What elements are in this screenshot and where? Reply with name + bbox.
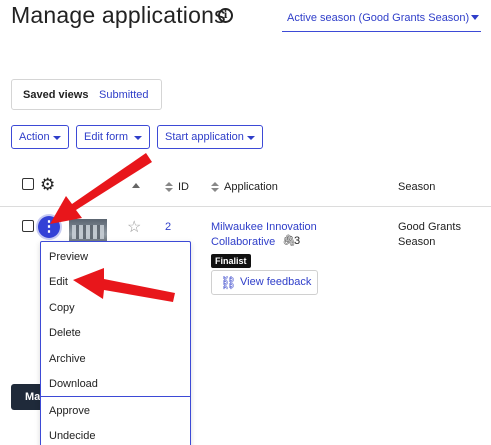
attachment-count: 3 bbox=[294, 235, 301, 247]
sort-icon[interactable] bbox=[165, 182, 173, 194]
menu-item-preview[interactable]: Preview bbox=[49, 251, 88, 263]
status-badge: Finalist bbox=[211, 254, 251, 268]
gear-icon[interactable]: ⚙ bbox=[40, 176, 55, 193]
page-title: Manage applications bbox=[11, 2, 226, 28]
edit-form-button-label: Edit form bbox=[84, 131, 129, 143]
sort-icon[interactable] bbox=[211, 182, 219, 194]
feedback-icon: ⛓ bbox=[220, 275, 237, 290]
column-header-application[interactable]: Application bbox=[224, 181, 278, 193]
tab-saved-views[interactable]: Saved views bbox=[23, 89, 88, 101]
view-feedback-label: View feedback bbox=[240, 276, 312, 288]
row-checkbox[interactable] bbox=[22, 220, 34, 232]
chevron-down-icon bbox=[53, 136, 61, 140]
menu-item-edit[interactable]: Edit bbox=[49, 276, 68, 288]
chevron-down-icon bbox=[247, 136, 255, 140]
application-name-link[interactable]: Milwaukee Innovation Collaborative bbox=[211, 220, 329, 250]
row-actions-button[interactable]: ⋮ bbox=[38, 216, 60, 238]
season-selector[interactable]: Active season (Good Grants Season) bbox=[282, 10, 481, 32]
season-selector-label: Active season (Good Grants Season) bbox=[287, 12, 470, 24]
row-actions-menu: Preview Edit Copy Delete Archive Downloa… bbox=[40, 241, 191, 445]
menu-item-archive[interactable]: Archive bbox=[49, 353, 86, 365]
menu-item-delete[interactable]: Delete bbox=[49, 327, 81, 339]
menu-item-download[interactable]: Download bbox=[49, 378, 98, 390]
header-divider bbox=[0, 206, 491, 207]
column-header-id[interactable]: ID bbox=[178, 181, 189, 193]
star-icon[interactable]: ☆ bbox=[127, 217, 141, 237]
chevron-down-icon bbox=[471, 15, 479, 20]
info-icon[interactable]: i bbox=[218, 8, 233, 23]
action-button[interactable]: Action bbox=[11, 125, 69, 149]
select-all-checkbox[interactable] bbox=[22, 178, 34, 190]
row-season: Good Grants Season bbox=[398, 221, 461, 248]
bottom-action-label: Ma bbox=[25, 391, 41, 403]
start-application-button-label: Start application bbox=[165, 131, 244, 143]
chevron-down-icon bbox=[134, 136, 142, 140]
row-id-link[interactable]: 2 bbox=[165, 221, 171, 233]
menu-item-copy[interactable]: Copy bbox=[49, 302, 75, 314]
view-feedback-button[interactable]: ⛓ View feedback bbox=[211, 270, 318, 295]
menu-item-approve[interactable]: Approve bbox=[49, 405, 90, 417]
tab-submitted[interactable]: Submitted bbox=[99, 89, 149, 101]
menu-divider bbox=[41, 396, 190, 397]
start-application-button[interactable]: Start application bbox=[157, 125, 263, 149]
edit-form-button[interactable]: Edit form bbox=[76, 125, 150, 149]
annotation-arrow-kebab bbox=[50, 153, 152, 224]
action-button-label: Action bbox=[19, 131, 50, 143]
column-header-season: Season bbox=[398, 181, 436, 193]
views-tabs: Saved views Submitted bbox=[11, 79, 162, 110]
menu-item-undecide[interactable]: Undecide bbox=[49, 430, 95, 442]
sort-asc-icon[interactable] bbox=[132, 183, 140, 188]
